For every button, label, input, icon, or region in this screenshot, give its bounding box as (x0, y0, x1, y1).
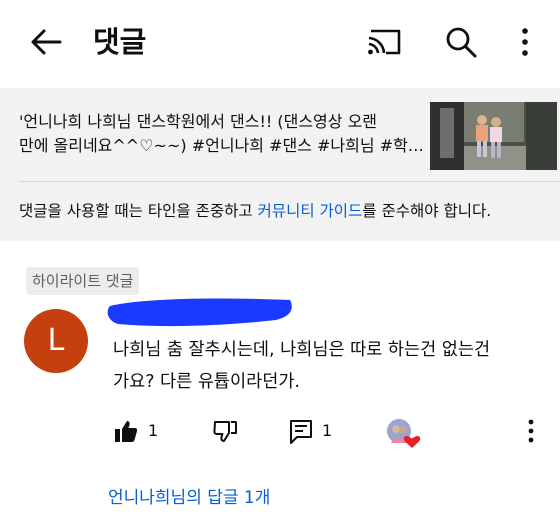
video-thumbnail[interactable] (430, 102, 557, 170)
community-guidelines-link[interactable]: 커뮤니티 가이드 (258, 202, 363, 220)
comment-text-line: 나희님 춤 잘추시는데, 나희님은 따로 하는건 없는건 (113, 340, 491, 360)
back-arrow-icon[interactable] (26, 22, 66, 62)
community-guidelines-notice: 댓글을 사용할 때는 타인을 존중하고 커뮤니티 가이드를 준수해야 합니다. (19, 199, 491, 223)
avatar[interactable]: L (24, 309, 88, 373)
video-description[interactable]: '언니나희 나희님 댄스학원에서 댄스!! (댄스영상 오랜 만에 올리네요^^… (19, 110, 424, 158)
page-title: 댓글 (93, 25, 147, 59)
more-vert-icon[interactable] (515, 26, 535, 58)
guidelines-text: 를 준수해야 합니다. (362, 202, 492, 220)
guidelines-text: 댓글을 사용할 때는 타인을 존중하고 (19, 202, 258, 220)
avatar-letter: L (47, 323, 65, 358)
comment-text-line: 가요? 다른 유튭이라던가. (113, 372, 300, 392)
cast-icon[interactable] (366, 25, 404, 59)
highlighted-comment-badge: 하이라이트 댓글 (26, 267, 140, 295)
top-app-bar: 댓글 (0, 0, 560, 88)
redacted-username (107, 298, 292, 327)
comment-more-icon[interactable] (523, 418, 539, 444)
video-description-line: 만에 올리네요^^♡~~) #언니나희 #댄스 #나희님 #학… (19, 136, 424, 155)
divider (19, 181, 560, 182)
reply-count: 1 (322, 421, 333, 440)
search-icon[interactable] (443, 24, 479, 60)
dislike-icon[interactable] (212, 418, 238, 444)
like-count: 1 (148, 421, 159, 440)
like-icon[interactable] (113, 418, 139, 444)
reply-icon[interactable] (288, 418, 314, 444)
comment-text: 나희님 춤 잘추시는데, 나희님은 따로 하는건 없는건 가요? 다른 유튭이라… (113, 334, 553, 398)
video-description-line: '언니나희 나희님 댄스학원에서 댄스!! (댄스영상 오랜 (19, 112, 378, 131)
replies-link[interactable]: 언니나희님의 답글 1개 (108, 485, 270, 511)
creator-heart-icon (387, 419, 421, 448)
